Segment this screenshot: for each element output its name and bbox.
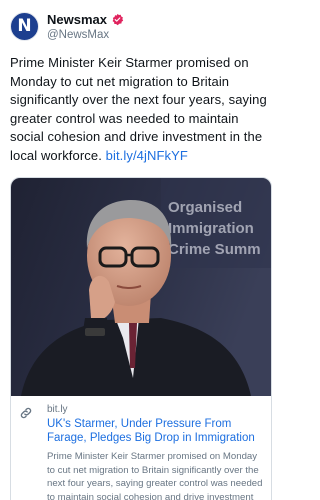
verified-badge-icon [112,13,124,25]
card-image[interactable]: Organised Immigration Crime Summ [11,178,272,396]
sign-text-line-1: Organised [168,199,242,216]
avatar-letter: N [17,15,32,36]
link-icon [19,404,41,500]
account-identity: Newsmax @NewsMax [47,12,124,41]
name-row: Newsmax [47,12,124,27]
link-preview-card[interactable]: Organised Immigration Crime Summ bit.ly … [10,177,272,500]
post: N Newsmax @NewsMax Prime Minister Keir S… [0,0,282,500]
sign-text-line-2: Immigration [168,220,254,237]
post-text: Prime Minister Keir Starmer promised on … [10,54,272,165]
post-link[interactable]: bit.ly/4jNFkYF [106,148,188,163]
card-description: Prime Minister Keir Starmer promised on … [47,451,263,500]
sign-text-line-3: Crime Summ [168,241,261,258]
card-text: bit.ly UK's Starmer, Under Pressure From… [41,404,263,500]
post-body: Prime Minister Keir Starmer promised on … [10,55,267,163]
card-body[interactable]: bit.ly UK's Starmer, Under Pressure From… [11,396,271,500]
account-handle[interactable]: @NewsMax [47,29,124,41]
card-domain: bit.ly [47,404,68,415]
avatar[interactable]: N [10,11,39,41]
account-name[interactable]: Newsmax [47,12,107,27]
card-title[interactable]: UK's Starmer, Under Pressure From Farage… [47,417,263,445]
post-header: N Newsmax @NewsMax [10,10,272,42]
